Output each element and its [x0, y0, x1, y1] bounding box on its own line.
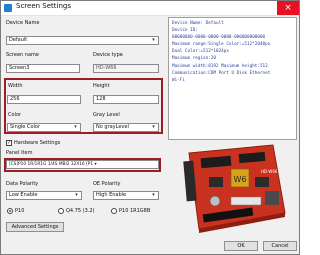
controller-board-image: W6 HD-W66: [183, 144, 286, 233]
info-line: Communication:COM Port U Disk Ethernet: [172, 70, 271, 76]
oe-polarity-select[interactable]: High Enable ▾: [93, 191, 159, 200]
device-name-label: Device Name: [6, 20, 40, 26]
chevron-down-icon: ▾: [75, 192, 78, 198]
gray-level-label: Gray Level: [93, 112, 120, 118]
screen-name-label: Screen name: [6, 52, 39, 58]
board-brand-label: HD-W66: [261, 169, 278, 174]
info-line: Device ID:: [172, 28, 198, 34]
panel-item-label: Panel Item: [6, 150, 33, 156]
info-line: Maximum width:8192 Maximum height:512: [172, 63, 268, 69]
window-title: Screen Settings: [16, 2, 72, 10]
cancel-button[interactable]: Cancel: [263, 241, 297, 251]
info-line: Maximum region:20: [172, 56, 216, 62]
gray-level-value: No grayLevel: [96, 124, 129, 130]
hardware-settings-label: Hardware Settings: [14, 140, 61, 146]
chevron-down-icon: ▾: [74, 124, 77, 130]
chevron-down-icon: ▾: [152, 37, 155, 43]
p10-1r1g8b-radio-label: P10 1R1G8B: [119, 208, 151, 214]
info-line: Wi-Fi: [172, 77, 185, 83]
data-polarity-label: Data Polarity: [6, 181, 39, 187]
p10-radio[interactable]: [7, 208, 13, 214]
height-input[interactable]: 128: [93, 95, 159, 104]
oe-polarity-value: High Enable: [96, 192, 127, 198]
device-info-panel: Device Name: Default Device ID: 00000000…: [168, 17, 297, 140]
q475-radio[interactable]: [58, 208, 64, 214]
device-type-field: HD-W66: [93, 64, 159, 73]
info-line: Device Name: Default: [172, 21, 224, 26]
hardware-settings-checkbox[interactable]: ✓: [6, 140, 12, 146]
info-line: 00000000-0000-0000-0000-000000000000: [172, 35, 266, 41]
screen-name-input[interactable]: Screen3: [6, 64, 80, 73]
advanced-settings-button[interactable]: Advanced Settings: [6, 222, 64, 232]
title-bar: Screen Settings ×: [1, 1, 299, 16]
close-button[interactable]: ×: [277, 1, 299, 15]
panel-item-select[interactable]: [CS]P10 1R/1R1G 1/4S MBI2 32X16 [P1 ▾: [6, 160, 159, 169]
p10-radio-label: P10: [15, 208, 25, 214]
device-name-value: Default: [9, 37, 28, 43]
color-label: Color: [8, 112, 22, 118]
info-line: Dual Color:=512*1024px: [172, 49, 229, 55]
device-type-label: Device type: [93, 52, 123, 58]
screen-settings-window: Screen Settings × Device Name Default ▾ …: [0, 0, 300, 255]
color-select[interactable]: Single Color ▾: [7, 123, 81, 132]
ok-button[interactable]: OK: [224, 241, 258, 251]
board-chip-label: W6: [234, 175, 247, 184]
data-polarity-select[interactable]: Low Enable ▾: [6, 191, 82, 200]
chevron-down-icon: ▾: [152, 192, 155, 198]
width-label: Width: [8, 83, 23, 89]
data-polarity-value: Low Enable: [9, 192, 38, 198]
app-icon: [4, 4, 12, 12]
color-value: Single Color: [10, 124, 41, 130]
info-line: Maximum range:Single Color:=512*2048px: [172, 42, 271, 48]
p10-1r1g8b-radio[interactable]: [111, 208, 117, 214]
q475-radio-label: Q4.75 (3.2): [66, 208, 95, 214]
width-input[interactable]: 256: [7, 95, 81, 104]
height-label: Height: [93, 83, 110, 89]
oe-polarity-label: OE Polarity: [93, 181, 121, 187]
device-name-select[interactable]: Default ▾: [6, 36, 159, 45]
chevron-down-icon: ▾: [152, 124, 155, 130]
gray-level-select[interactable]: No grayLevel ▾: [93, 123, 159, 132]
